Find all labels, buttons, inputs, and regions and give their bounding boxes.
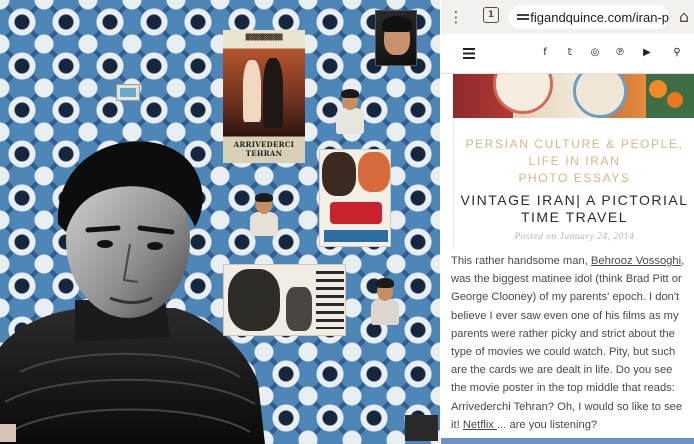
category-link[interactable]: LIFE IN IRAN — [454, 153, 694, 170]
youtube-icon[interactable]: ▶ — [640, 46, 654, 60]
instagram-icon[interactable]: ◎ — [588, 46, 602, 60]
post-categories: PERSIAN CULTURE & PEOPLE, LIFE IN IRAN P… — [454, 136, 694, 187]
site-settings-icon[interactable] — [517, 11, 530, 23]
post-title-line: TIME TRAVEL — [520, 209, 628, 225]
hamburger-menu-icon[interactable] — [463, 48, 475, 59]
behrooz-vossoghi-link[interactable]: Behrooz Vossoghi — [591, 255, 681, 267]
post-title-line: VINTAGE IRAN| A PICTORIAL — [460, 192, 689, 208]
post-date: Posted on January 24, 2014 — [514, 232, 635, 242]
photo-cutout-man — [330, 86, 370, 134]
url-text: figandquince.com/iran-p — [530, 9, 669, 25]
browser-toolbar: ⋮ 1 figandquince.com/iran-p ⌂ — [441, 0, 694, 34]
mobile-browser: ⋮ 1 figandquince.com/iran-p ⌂ f 𝕥 ◎ ℗ ▶ ⚲ PER… — [441, 0, 694, 444]
search-icon[interactable]: ⚲ — [670, 46, 684, 60]
body-text: This rather handsome man, — [451, 255, 591, 267]
post-header-card: PERSIAN CULTURE & PEOPLE, LIFE IN IRAN P… — [453, 118, 694, 250]
site-navigation: f 𝕥 ◎ ℗ ▶ ⚲ — [441, 34, 694, 74]
bottom-edge-bar — [441, 438, 694, 444]
photo-cutout-man — [365, 275, 405, 325]
small-stamp-image — [116, 84, 140, 101]
post-title: VINTAGE IRAN| A PICTORIAL TIME TRAVEL — [454, 192, 694, 226]
movie-poster-arrivederci-tehran: ▓▓▓▓▓▓▓▓ ARRIVEDERCI TEHRAN — [223, 30, 305, 163]
pinterest-icon[interactable]: ℗ — [613, 46, 627, 60]
tab-switcher-button[interactable]: 1 — [483, 7, 499, 23]
body-text: ... are you listening? — [497, 418, 598, 431]
collage-image: ▓▓▓▓▓▓▓▓ ARRIVEDERCI TEHRAN — [0, 0, 440, 444]
hero-food-image — [453, 74, 694, 118]
poster-title: ARRIVEDERCI TEHRAN — [233, 140, 295, 158]
body-text: , was the biggest matinee idol (think Br… — [451, 255, 685, 431]
menu-icon[interactable]: ⋮ — [447, 8, 465, 26]
twitter-icon[interactable]: 𝕥 — [563, 46, 577, 60]
netflix-link[interactable]: Netflix — [463, 419, 497, 431]
corner-stamp — [0, 424, 16, 442]
facebook-icon[interactable]: f — [538, 46, 552, 60]
portrait-thumbnail-top-right — [375, 10, 417, 66]
category-link[interactable]: PERSIAN CULTURE & PEOPLE, — [454, 136, 694, 153]
photo-cutout-man — [244, 190, 284, 236]
movie-poster-colorful — [319, 149, 391, 247]
category-link[interactable]: PHOTO ESSAYS — [454, 170, 694, 187]
home-icon[interactable]: ⌂ — [675, 7, 693, 26]
movie-poster-panjareh — [223, 264, 346, 336]
address-bar[interactable]: figandquince.com/iran-p — [509, 5, 669, 29]
article-body: This rather handsome man, Behrooz Vossog… — [451, 252, 691, 434]
thumbnail-bottom-right — [405, 415, 438, 441]
